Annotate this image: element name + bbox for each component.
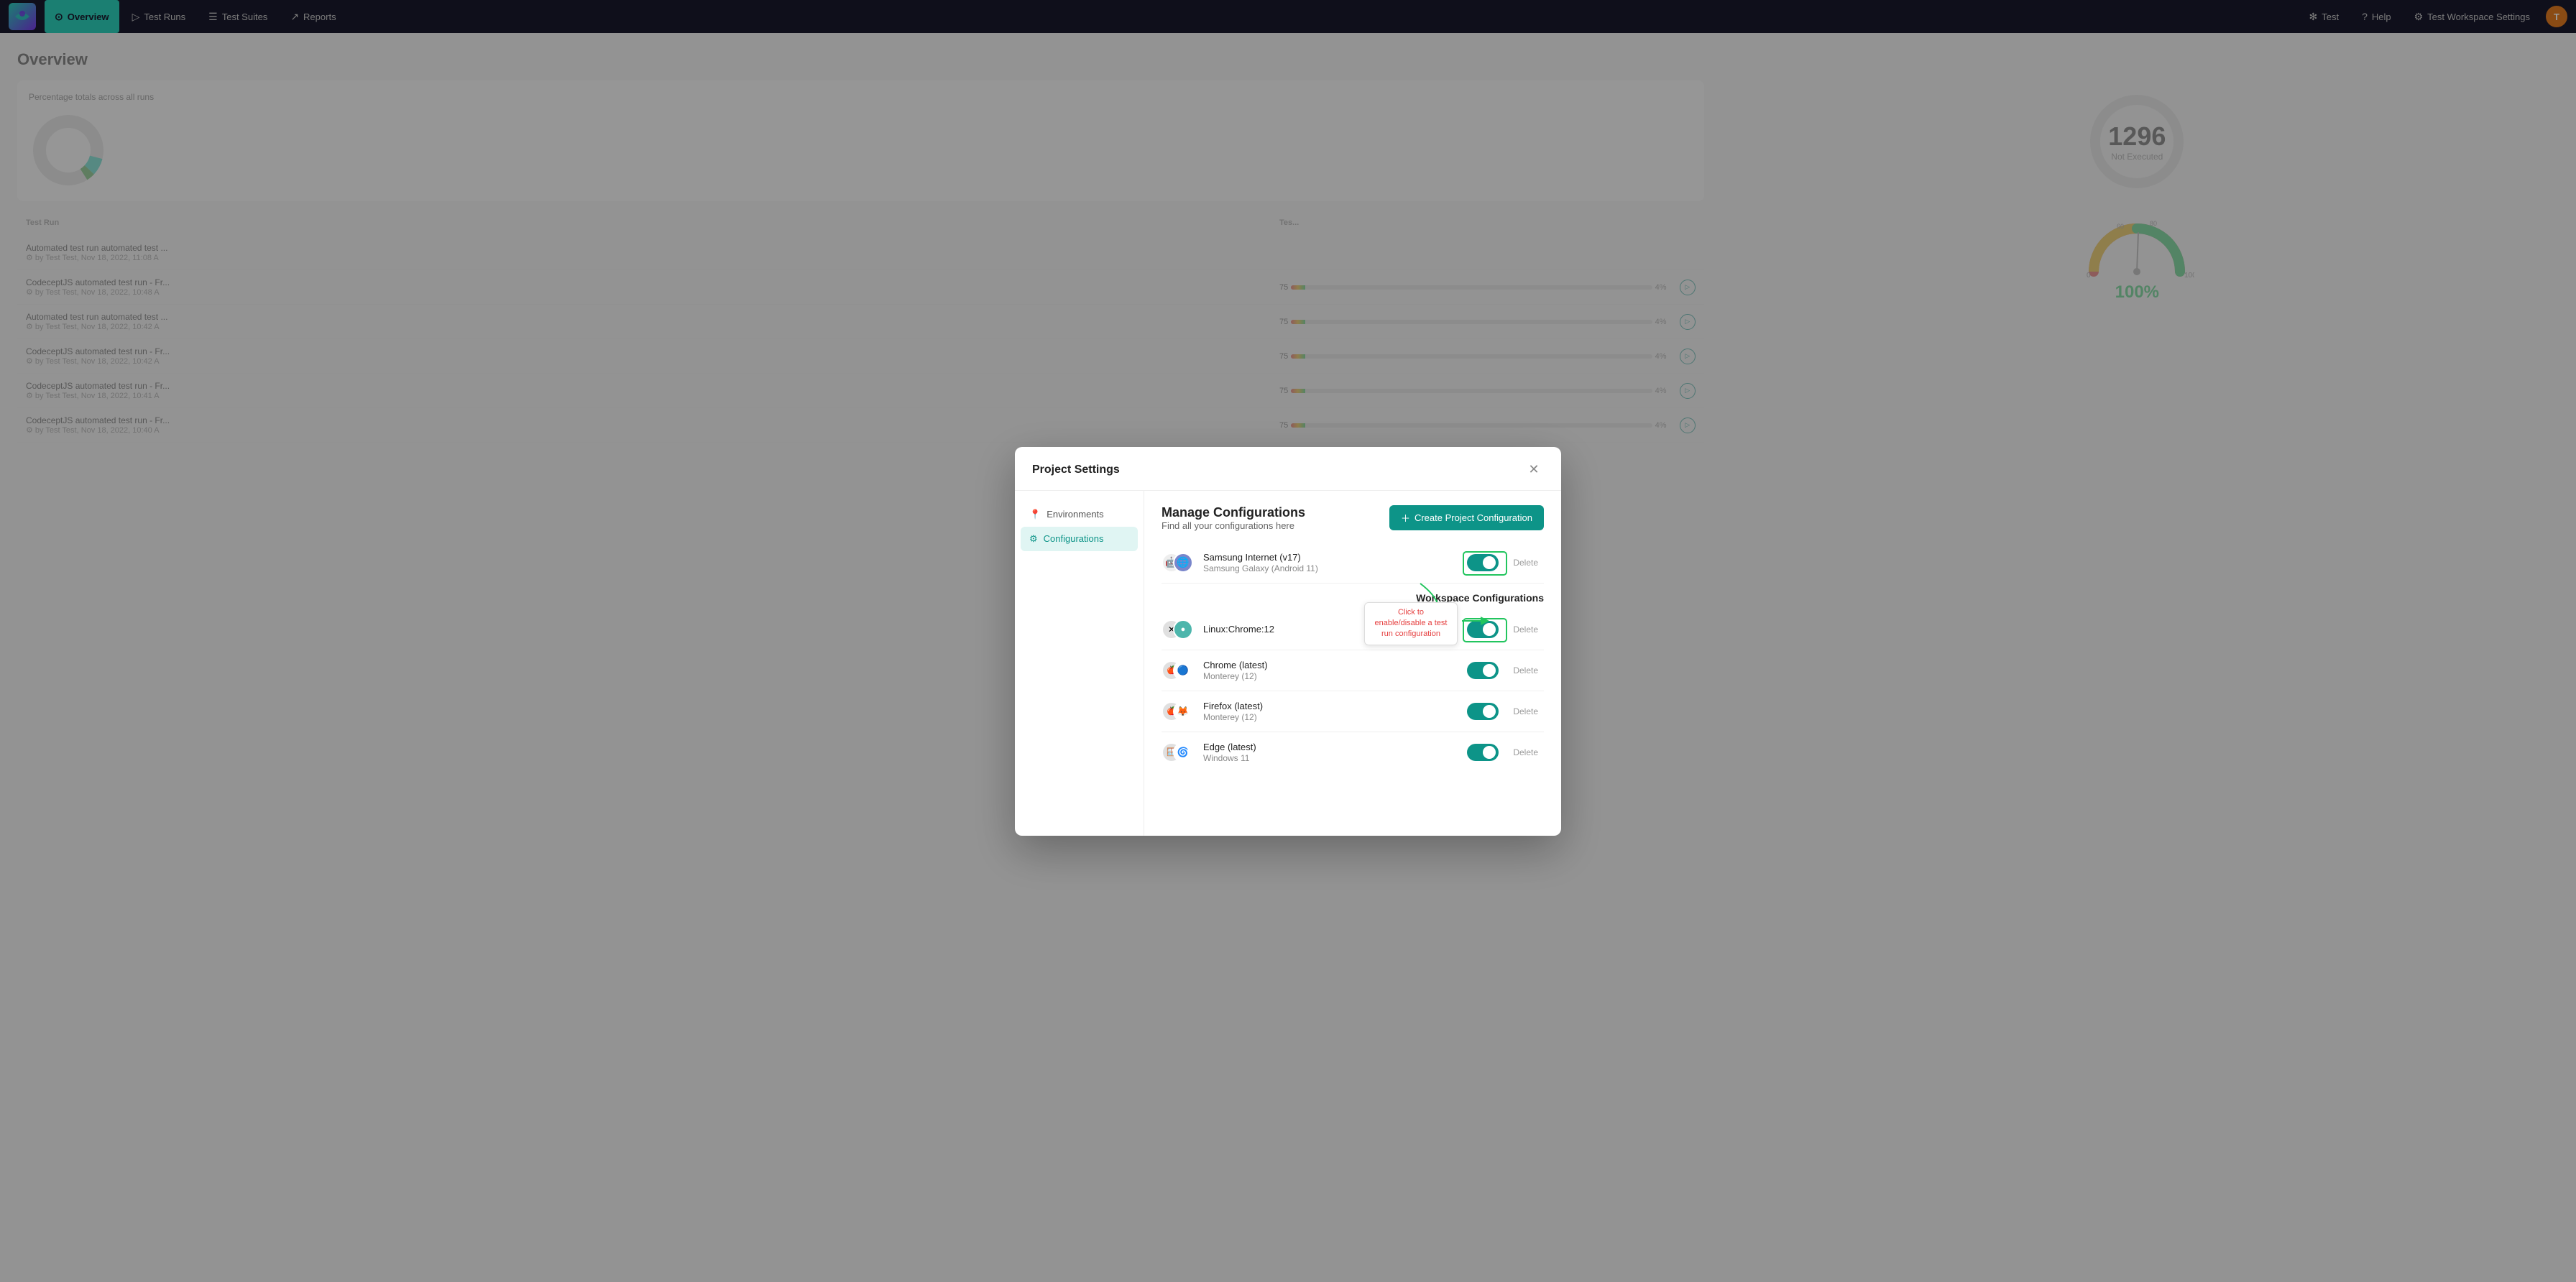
modal-close-button[interactable]: ✕ (1524, 460, 1544, 480)
chrome-toggle-slider (1467, 662, 1499, 679)
chrome-toggle[interactable] (1467, 662, 1499, 679)
chrome-browser-icon: 🔵 (1173, 660, 1193, 681)
firefox-name: Firefox (latest) (1203, 701, 1458, 711)
firefox-icons: 🍎 🦊 (1162, 700, 1195, 723)
modal-configurations-content: Manage Configurations Find all your conf… (1144, 491, 1561, 836)
sidebar-configurations-label: Configurations (1044, 533, 1104, 544)
environments-icon: 📍 (1029, 509, 1041, 520)
edge-icons: 🪟 🌀 (1162, 741, 1195, 764)
edge-browser-icon: 🌀 (1173, 742, 1193, 762)
config-item-firefox: 🍎 🦊 Firefox (latest) Monterey (12) Delet… (1162, 691, 1544, 732)
modal-sidebar: 📍 Environments ⚙ Configurations (1015, 491, 1144, 836)
project-settings-modal: Project Settings ✕ 📍 Environments ⚙ Conf… (1015, 447, 1561, 836)
edge-toggle-slider (1467, 744, 1499, 761)
content-header: Manage Configurations Find all your conf… (1162, 505, 1544, 531)
config-item-linux: ✕ ● Linux:Chrome:12 Click to enable/disa… (1162, 609, 1544, 650)
chrome-name: Chrome (latest) (1203, 660, 1458, 670)
edge-name: Edge (latest) (1203, 742, 1458, 752)
firefox-browser-icon: 🦊 (1173, 701, 1193, 721)
edge-delete-button[interactable]: Delete (1507, 744, 1544, 760)
chrome-delete-button[interactable]: Delete (1507, 663, 1544, 678)
chrome-info: Chrome (latest) Monterey (12) (1203, 660, 1458, 681)
sidebar-environments-label: Environments (1046, 509, 1103, 520)
samsung-info: Samsung Internet (v17) Samsung Galaxy (A… (1203, 552, 1458, 573)
samsung-delete-button[interactable]: Delete (1507, 555, 1544, 571)
linux-browser-icon: ● (1173, 619, 1193, 640)
chrome-sub: Monterey (12) (1203, 671, 1458, 681)
create-config-button[interactable]: ＋ Create Project Configuration (1389, 505, 1544, 530)
samsung-toggle-container (1467, 554, 1499, 571)
config-item-chrome: 🍎 🔵 Chrome (latest) Monterey (12) Delete (1162, 650, 1544, 691)
firefox-delete-button[interactable]: Delete (1507, 704, 1544, 719)
sidebar-item-environments[interactable]: 📍 Environments (1021, 502, 1138, 527)
modal-header: Project Settings ✕ (1015, 447, 1561, 491)
content-title: Manage Configurations (1162, 505, 1305, 520)
firefox-toggle[interactable] (1467, 703, 1499, 720)
edge-toggle[interactable] (1467, 744, 1499, 761)
samsung-sub: Samsung Galaxy (Android 11) (1203, 563, 1458, 573)
content-subtitle: Find all your configurations here (1162, 520, 1305, 531)
modal-title: Project Settings (1032, 464, 1120, 476)
samsung-icons: 🤖 🌐 (1162, 551, 1195, 574)
plus-icon: ＋ (1401, 511, 1410, 525)
modal-body: 📍 Environments ⚙ Configurations Manage C… (1015, 491, 1561, 836)
tooltip-text: Click to enable/disable a test run confi… (1375, 608, 1448, 639)
linux-toggle[interactable] (1467, 621, 1499, 638)
samsung-browser-icon: 🌐 (1173, 553, 1193, 573)
annotation-tooltip: Click to enable/disable a test run confi… (1364, 602, 1458, 645)
workspace-section: Workspace Configurations (1162, 584, 1544, 609)
edge-sub: Windows 11 (1203, 753, 1458, 763)
samsung-toggle[interactable] (1467, 554, 1499, 571)
linux-toggle-slider (1467, 621, 1499, 638)
samsung-name: Samsung Internet (v17) (1203, 552, 1458, 563)
firefox-info: Firefox (latest) Monterey (12) (1203, 701, 1458, 722)
chrome-icons: 🍎 🔵 (1162, 659, 1195, 682)
config-item-edge: 🪟 🌀 Edge (latest) Windows 11 Delete (1162, 732, 1544, 773)
config-item-samsung: 🤖 🌐 Samsung Internet (v17) Samsung Galax… (1162, 543, 1544, 584)
samsung-toggle-slider (1467, 554, 1499, 571)
sidebar-item-configurations[interactable]: ⚙ Configurations (1021, 527, 1138, 551)
linux-delete-button[interactable]: Delete (1507, 622, 1544, 637)
firefox-sub: Monterey (12) (1203, 712, 1458, 722)
linux-icons: ✕ ● (1162, 618, 1195, 641)
modal-overlay: Project Settings ✕ 📍 Environments ⚙ Conf… (0, 0, 2576, 1282)
configurations-icon: ⚙ (1029, 533, 1038, 545)
firefox-toggle-slider (1467, 703, 1499, 720)
edge-info: Edge (latest) Windows 11 (1203, 742, 1458, 763)
content-titles: Manage Configurations Find all your conf… (1162, 505, 1305, 531)
create-btn-label: Create Project Configuration (1414, 512, 1532, 523)
linux-toggle-container (1467, 621, 1499, 638)
